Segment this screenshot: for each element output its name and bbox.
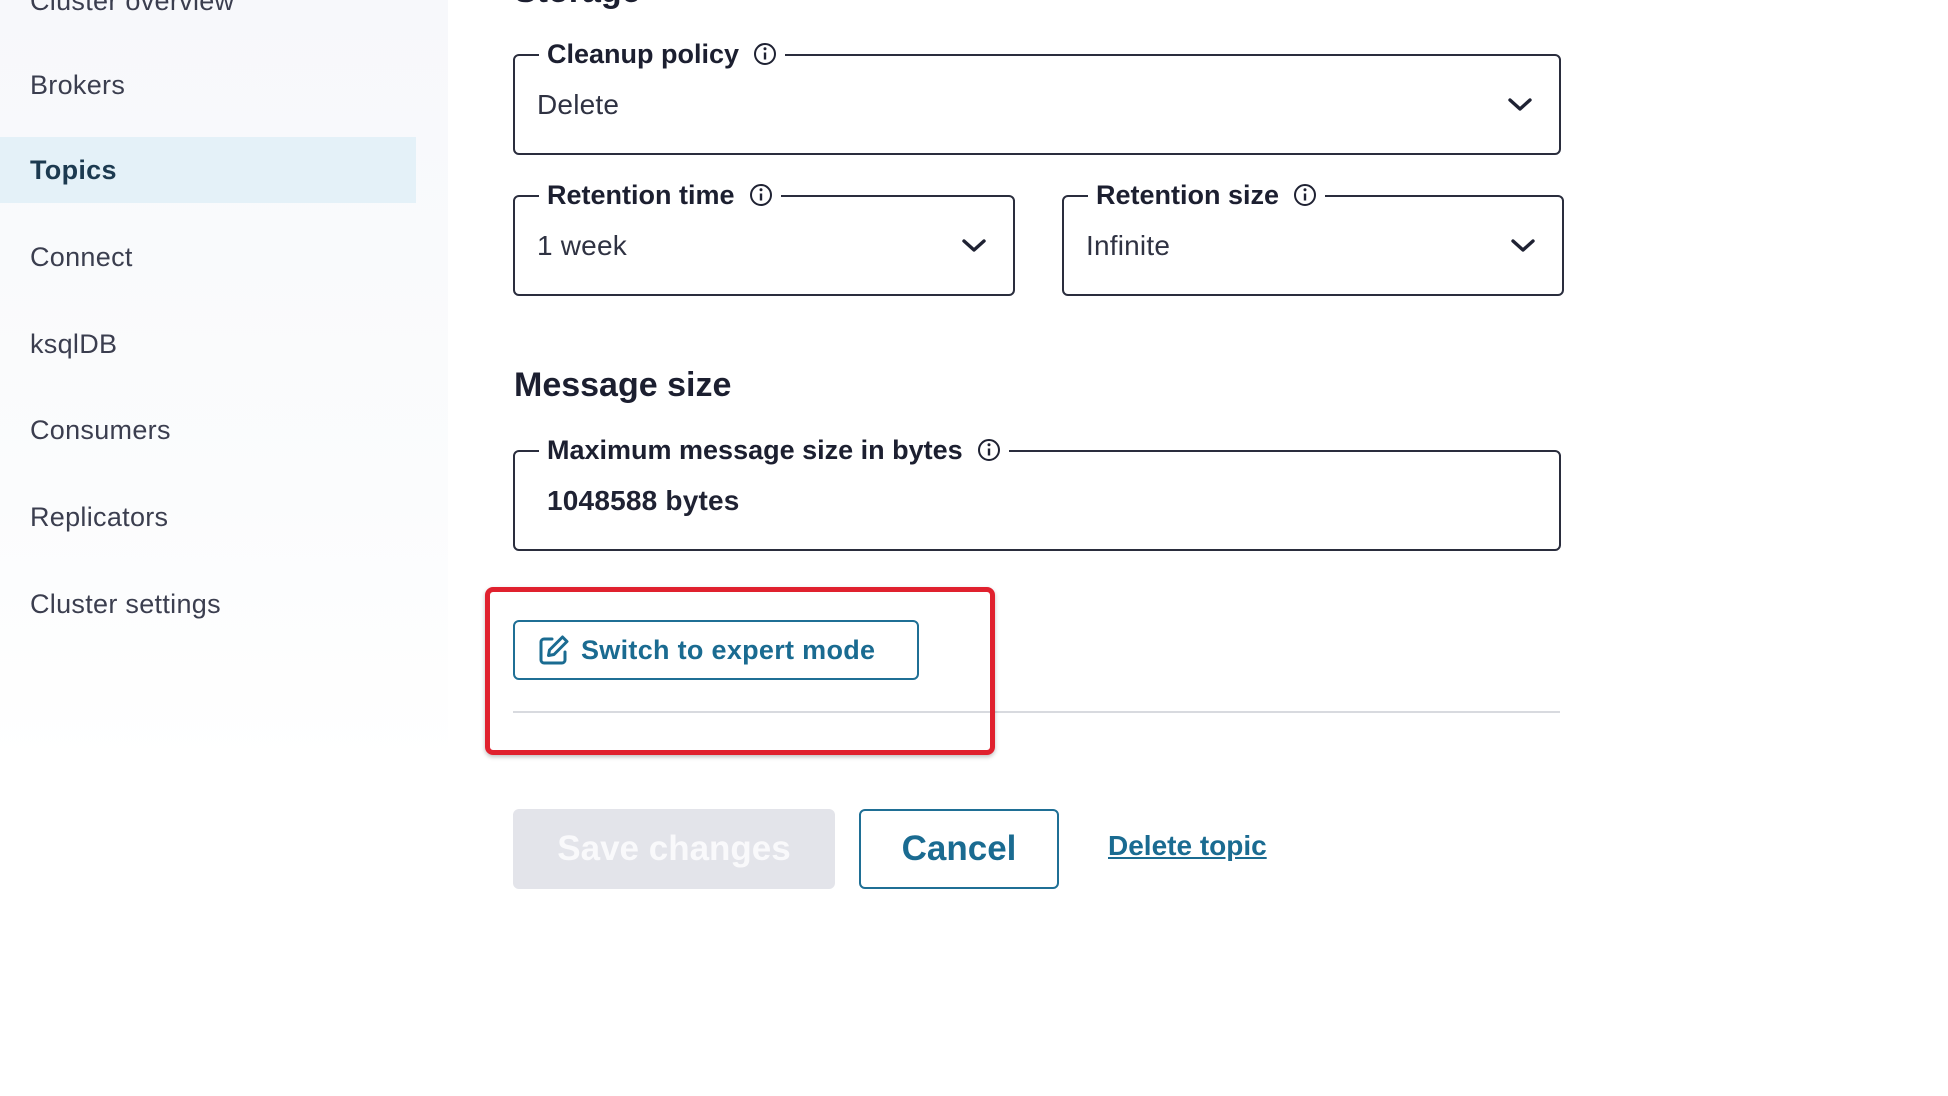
sidebar-item-replicators[interactable]: Replicators — [0, 484, 416, 550]
info-icon[interactable] — [1293, 183, 1317, 207]
max-message-size-value: 1048588 bytes — [547, 484, 740, 516]
main-content: Storage Cleanup policy Delete Retention … — [448, 0, 1948, 1096]
max-message-size-input[interactable]: Maximum message size in bytes 1048588 by… — [513, 433, 1561, 551]
highlight-annotation — [485, 587, 995, 755]
message-size-section-title: Message size — [514, 366, 732, 404]
sidebar-item-topics[interactable]: Topics — [0, 137, 416, 203]
sidebar-item-label: Cluster settings — [30, 588, 221, 619]
chevron-down-icon — [1511, 238, 1535, 252]
info-icon[interactable] — [749, 183, 773, 207]
cancel-button[interactable]: Cancel — [859, 809, 1059, 889]
retention-size-value: Infinite — [1086, 229, 1171, 261]
sidebar-item-label: Topics — [30, 154, 117, 185]
delete-topic-link[interactable]: Delete topic — [1108, 830, 1267, 862]
sidebar-item-cluster-overview[interactable]: Cluster overview — [0, 0, 416, 34]
sidebar-item-label: Replicators — [30, 501, 169, 532]
storage-section-title: Storage — [514, 0, 641, 11]
retention-size-select[interactable]: Retention size Infinite — [1062, 178, 1564, 296]
sidebar-item-label: Cluster overview — [30, 0, 235, 16]
cleanup-policy-value: Delete — [537, 88, 620, 120]
sidebar-item-ksqldb[interactable]: ksqlDB — [0, 311, 416, 377]
sidebar-item-cluster-settings[interactable]: Cluster settings — [0, 571, 416, 637]
retention-time-value: 1 week — [537, 229, 627, 261]
topic-settings-page: Cluster overview Brokers Topics Connect … — [0, 0, 1948, 1096]
sidebar-item-brokers[interactable]: Brokers — [0, 52, 416, 118]
retention-time-select[interactable]: Retention time 1 week — [513, 178, 1015, 296]
sidebar-item-label: Consumers — [30, 414, 171, 445]
sidebar-nav: Cluster overview Brokers Topics Connect … — [0, 0, 448, 1096]
cleanup-policy-select[interactable]: Cleanup policy Delete — [513, 37, 1561, 155]
chevron-down-icon — [1508, 97, 1532, 111]
sidebar-item-label: Connect — [30, 241, 133, 272]
sidebar-item-consumers[interactable]: Consumers — [0, 397, 416, 463]
sidebar-item-connect[interactable]: Connect — [0, 224, 416, 290]
save-changes-button[interactable]: Save changes — [513, 809, 835, 889]
info-icon[interactable] — [753, 42, 777, 66]
chevron-down-icon — [962, 238, 986, 252]
info-icon[interactable] — [977, 438, 1001, 462]
sidebar-item-label: ksqlDB — [30, 328, 118, 359]
sidebar-item-label: Brokers — [30, 69, 126, 100]
